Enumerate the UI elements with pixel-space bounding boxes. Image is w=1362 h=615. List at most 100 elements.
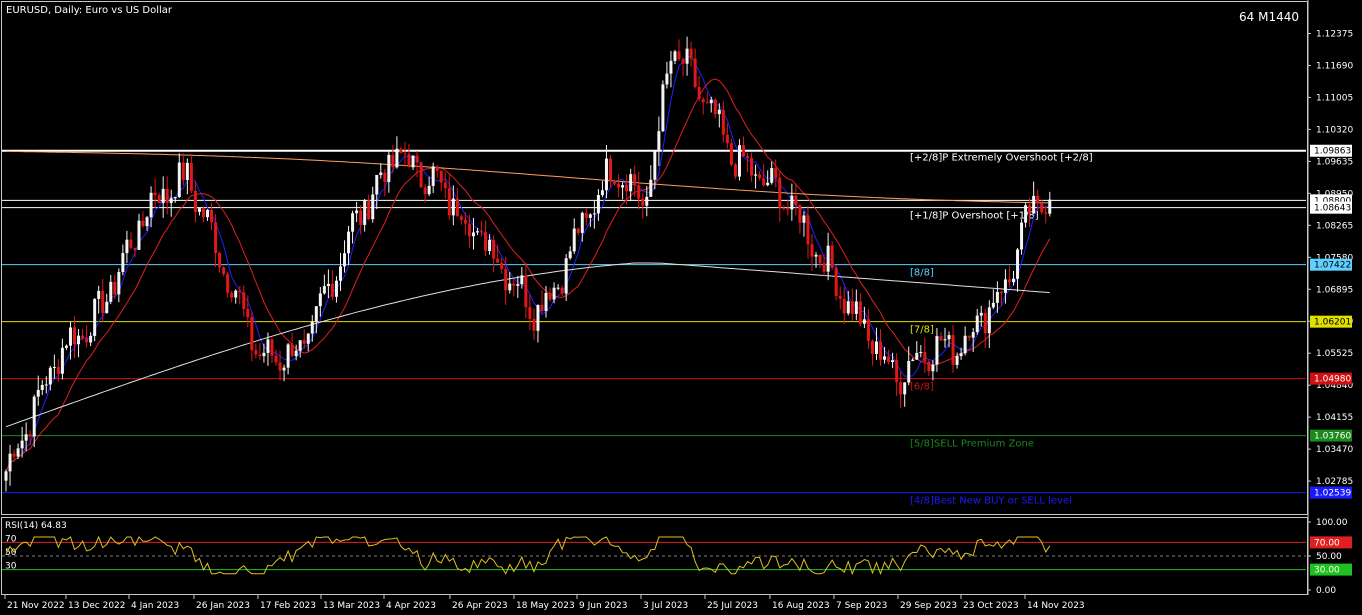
candle-bull: [117, 272, 121, 295]
candle-bear: [242, 292, 246, 309]
candle-bull: [955, 356, 959, 365]
candle-bear: [524, 275, 528, 308]
candle-bull: [121, 253, 125, 273]
candle-bull: [935, 336, 939, 365]
candle-bull: [322, 286, 326, 294]
candle-bull: [387, 154, 391, 182]
chart-window[interactable]: 1.123751.116901.110051.103201.096351.089…: [0, 0, 1362, 615]
candle-bear: [455, 198, 459, 217]
candle-bear: [500, 262, 504, 270]
candle-bear: [129, 239, 133, 248]
candle-bear: [1036, 195, 1040, 204]
candle-bull: [60, 347, 64, 374]
time-tick-label: 18 May 2023: [516, 601, 575, 611]
candle-bull: [520, 275, 524, 285]
price-tag-label: 1.07422: [1314, 261, 1351, 271]
candle-bull: [343, 253, 347, 267]
candle-bull: [137, 220, 141, 250]
level-label: [6/8]: [910, 382, 934, 393]
candle-bear: [1040, 203, 1044, 213]
price-tag-label: 1.04980: [1314, 375, 1351, 385]
candle-bull: [4, 471, 8, 481]
level-label: [+2/8]P Extremely Overshoot [+2/8]: [910, 153, 1093, 164]
candle-bear: [625, 185, 629, 192]
price-tick-label: 1.08265: [1316, 221, 1353, 231]
candle-bear: [879, 341, 883, 360]
candle-bear: [278, 362, 282, 371]
price-tick-label: 1.12375: [1316, 30, 1353, 40]
candle-bull: [1024, 205, 1028, 223]
candle-bear: [141, 220, 145, 227]
candle-bull: [294, 350, 298, 357]
candle-bull: [971, 332, 975, 338]
candle-bear: [532, 318, 536, 331]
candle-bear: [181, 162, 185, 180]
candle-bear: [250, 317, 254, 351]
candle-bear: [403, 153, 407, 155]
candle-bear: [528, 307, 532, 319]
candle-bull: [234, 290, 238, 298]
candle-bull: [754, 174, 758, 176]
candle-bull: [903, 382, 907, 395]
candle-bear: [798, 205, 802, 223]
candle-bull: [665, 73, 669, 85]
candle-bear: [576, 228, 580, 233]
candle-bull: [306, 333, 310, 344]
candle-bear: [258, 354, 262, 357]
price-tick-label: 1.10320: [1316, 125, 1353, 135]
candle-bull: [197, 208, 201, 212]
candle-bull: [802, 215, 806, 223]
time-tick-label: 4 Apr 2023: [386, 601, 436, 611]
candle-bull: [1048, 199, 1052, 214]
candle-bear: [85, 338, 89, 343]
price-tick-label: 1.11005: [1316, 93, 1353, 103]
candle-bull: [915, 352, 919, 360]
candle-bull: [653, 151, 657, 180]
candle-bear: [391, 154, 395, 168]
candle-bear: [254, 350, 258, 355]
candle-bull: [8, 453, 12, 472]
candle-bear: [693, 58, 697, 87]
candle-bull: [40, 384, 44, 390]
candle-bull: [826, 245, 830, 272]
price-tick-label: 1.09635: [1316, 157, 1353, 167]
time-tick-label: 29 Sep 2023: [900, 601, 957, 611]
candle-bear: [407, 153, 411, 168]
candle-bear: [705, 102, 709, 104]
candle-bull: [282, 367, 286, 371]
candle-bull: [766, 182, 770, 186]
candle-bear: [641, 198, 645, 206]
candle-bear: [238, 290, 242, 293]
candle-bull: [411, 155, 415, 168]
candle-bull: [125, 239, 129, 254]
candle-bull: [874, 341, 878, 354]
candle-bull: [488, 239, 492, 251]
candle-bull: [596, 195, 600, 214]
candle-bull: [814, 254, 818, 257]
candle-bear: [713, 99, 717, 115]
candle-bull: [1016, 249, 1020, 279]
candle-bear: [794, 195, 798, 206]
candle-bear: [887, 356, 891, 363]
candle-bull: [97, 290, 101, 299]
candle-bull: [943, 339, 947, 341]
candle-bear: [439, 170, 443, 183]
candle-bear: [28, 434, 32, 437]
candle-bear: [222, 267, 226, 275]
level-label: [8/8]: [910, 268, 934, 279]
candle-bull: [947, 335, 951, 340]
candle-bear: [193, 190, 197, 212]
time-tick-label: 16 Aug 2023: [772, 601, 830, 611]
candle-bull: [907, 361, 911, 383]
price-tag-label: 1.06201: [1314, 318, 1351, 328]
candle-bear: [810, 244, 814, 257]
time-tick-label: 17 Feb 2023: [260, 601, 316, 611]
candle-bear: [733, 164, 737, 177]
candle-bear: [850, 301, 854, 314]
price-tick-label: 1.04155: [1316, 413, 1353, 423]
candle-bear: [512, 283, 516, 286]
candle-bull: [169, 198, 173, 204]
candle-bull: [371, 194, 375, 220]
price-tick-label: 1.02785: [1316, 477, 1353, 487]
time-tick-label: 26 Jan 2023: [196, 601, 250, 611]
